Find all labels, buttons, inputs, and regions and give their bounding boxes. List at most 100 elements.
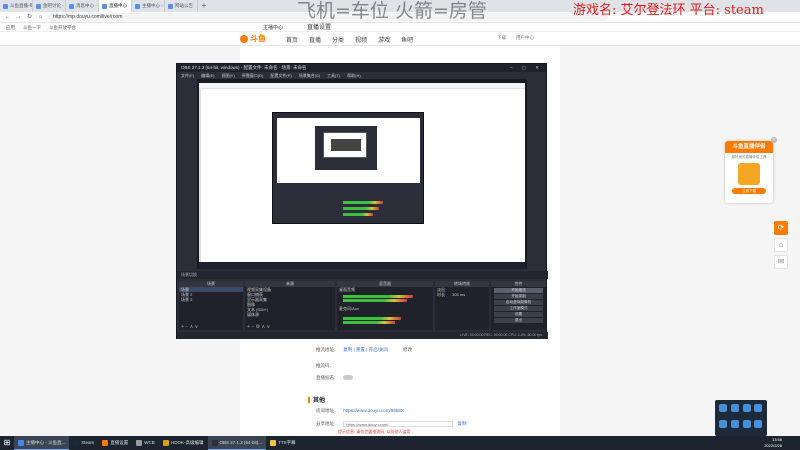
windows-taskbar: ⊞ 主播中心 - 斗鱼直... Steam 直播设置 WCB HOOK-高级编辑… (0, 436, 800, 450)
bookmark-item[interactable]: 斗鱼一下 (23, 23, 41, 31)
promo-close-icon[interactable]: × (771, 137, 777, 143)
nav-item-game[interactable]: 游戏 (378, 35, 390, 44)
taskbar-item[interactable]: HOOK-高级编辑 (159, 436, 208, 450)
douyu-favicon-icon (168, 3, 173, 9)
reload-icon[interactable]: ↻ (26, 14, 33, 21)
taskbar-item[interactable]: 直播设置 (98, 436, 132, 450)
tray-app-icon[interactable] (730, 419, 739, 428)
taskbar-clock[interactable]: 13:56 2022/2/26 (764, 437, 782, 449)
bookmark-item[interactable]: 应用 (6, 23, 15, 31)
new-tab-button[interactable]: + (198, 0, 210, 12)
sources-toolbar[interactable]: + − ⚙ ∧ ∨ (245, 324, 335, 330)
field-label: 分享地址: (316, 421, 336, 427)
tab-label: 网站公告 (175, 3, 193, 8)
preview-side (199, 89, 201, 267)
taskbar-item[interactable]: OBS 27.1.3 (64-bit)... (207, 436, 267, 450)
exit-button[interactable]: 退出 (494, 318, 543, 323)
menu-help[interactable]: 帮助(H) (347, 72, 361, 79)
audio-meter (343, 295, 413, 298)
tray-app-icon[interactable] (719, 419, 727, 428)
stream-url-actions[interactable]: 复制 | 重置 | 开启/关闭 (343, 347, 388, 352)
room-link[interactable]: https://www.douyu.com/9958X (343, 408, 404, 413)
menu-profile[interactable]: 配置文件(P) (270, 72, 291, 79)
clock-date: 2022/2/26 (764, 443, 782, 448)
page-label: 直播设置 (307, 25, 332, 31)
obs-menu-bar: 文件(F) 编辑(E) 视图(V) 停靠窗口(D) 配置文件(P) 场景集合(S… (177, 72, 546, 79)
user-center-link[interactable]: 用户中心 (516, 35, 534, 41)
scene-item[interactable]: 场景 3 (179, 297, 243, 302)
share-link-input[interactable]: https://www.douyu.com/... (343, 421, 454, 427)
window-controls[interactable]: – ▢ ✕ (510, 64, 543, 72)
sidebar-feedback-icon[interactable]: ✉ (774, 255, 788, 269)
menu-view[interactable]: 视图(V) (221, 72, 234, 79)
sidebar-refresh-icon[interactable]: ⟳ (774, 221, 788, 235)
taskbar-item[interactable]: 主播中心 - 斗鱼直... (14, 436, 70, 450)
taskbar-item[interactable]: Steam (69, 436, 98, 450)
nav-item-video[interactable]: 视频 (355, 35, 367, 44)
bookmarks-bar: 应用 斗鱼一下 斗鱼开放平台 (0, 23, 800, 32)
home-icon[interactable]: ⌂ (37, 14, 44, 21)
start-recording-button[interactable]: 开始录制 (494, 294, 543, 299)
taskbar-item[interactable]: TTS字幕 (266, 436, 300, 450)
stream-url-row: 推流地址: 复制 | 重置 | 开启/关闭 修改 (316, 347, 412, 353)
duration-input[interactable]: 300 ms (452, 292, 465, 297)
douyu-nav-right: 下载 用户中心 (497, 35, 534, 41)
browser-tab[interactable]: 主播中心 - 斗鱼 (132, 0, 165, 12)
menu-file[interactable]: 文件(F) (181, 72, 194, 79)
taskbar-item[interactable]: WCB (132, 436, 159, 450)
stream-key-row: 推流码: (316, 363, 331, 369)
tray-app-icon[interactable] (742, 419, 751, 428)
mixer-channel-label: 桌面音频 (339, 287, 355, 292)
tray-overflow-popup (715, 400, 767, 436)
nav-item-yuba[interactable]: 鱼吧 (401, 35, 413, 44)
promo-download-button[interactable]: 立即下载 (732, 188, 766, 194)
studio-mode-button[interactable]: 工作室模式 (494, 306, 543, 311)
sidebar-home-icon[interactable]: ⌂ (774, 238, 788, 252)
douyu-favicon-icon (36, 3, 41, 9)
download-link[interactable]: 下载 (497, 35, 506, 41)
obs-title-bar: OBS 27.1.3 (64-bit, windows) - 配置文件: 未命名… (177, 64, 546, 72)
tray-app-icon[interactable] (754, 404, 763, 412)
menu-tools[interactable]: 工具(T) (327, 72, 340, 79)
assistant-promo-card[interactable]: 斗鱼直播伴侣 超好用的直播伴侣工具 立即下载 (725, 141, 773, 203)
live-flag-toggle[interactable] (343, 375, 354, 381)
tray-app-icon[interactable] (754, 419, 763, 428)
edit-link[interactable]: 修改 (403, 347, 412, 352)
promo-subtitle: 超好用的直播伴侣工具 (731, 155, 767, 159)
screen: 斗鱼直播-每个人的直播平台 鱼吧讨论 - 斗鱼 消息中心 - 斗鱼 直播中心 主… (0, 0, 800, 450)
stream-overlay-right-text: 游戏名: 艾尔登法环 平台: steam (573, 3, 764, 18)
tray-app-icon[interactable] (730, 404, 739, 412)
audio-meter (343, 317, 401, 320)
nav-item-category[interactable]: 分类 (332, 35, 344, 44)
audio-meter (343, 299, 407, 302)
douyu-logo[interactable]: 斗鱼 (240, 33, 268, 45)
browser-tab[interactable]: 斗鱼直播-每个人的直播平台 (0, 0, 33, 12)
browser-tab[interactable]: 消息中心 - 斗鱼 (66, 0, 99, 12)
steam-app-icon (73, 440, 80, 446)
scenes-toolbar[interactable]: + − ∧ ∨ (179, 324, 243, 330)
forward-icon[interactable]: → (15, 14, 22, 21)
preview-layer-5 (331, 139, 361, 151)
menu-docks[interactable]: 停靠窗口(D) (242, 72, 264, 79)
browser-tab[interactable]: 鱼吧讨论 - 斗鱼 (33, 0, 66, 12)
tray-app-icon[interactable] (742, 404, 751, 412)
copy-button[interactable]: 复制 (458, 421, 467, 426)
nav-item-home[interactable]: 首页 (286, 35, 298, 44)
start-streaming-button[interactable]: 开始推流 (494, 288, 543, 293)
obs-preview-canvas[interactable] (197, 79, 527, 269)
stream-overlay-left-text: 飞机=车位 火箭=房管 (297, 0, 487, 22)
browser-tab[interactable]: 网站公告 (165, 0, 198, 12)
bookmark-item[interactable]: 斗鱼开放平台 (49, 23, 76, 31)
menu-scene-collection[interactable]: 场景集合(S) (299, 72, 320, 79)
source-item[interactable]: 媒体源 (245, 312, 335, 317)
start-menu-icon[interactable]: ⊞ (0, 436, 14, 450)
settings-button[interactable]: 设置 (494, 312, 543, 317)
obs-status-bar: LIVE: 00:00:00 REC: 00:00:00 CPU: 3.4%, … (177, 332, 548, 339)
back-icon[interactable]: ← (4, 14, 11, 21)
menu-edit[interactable]: 编辑(E) (201, 72, 214, 79)
promo-mascot-image (738, 163, 760, 185)
virtual-camera-button[interactable]: 启动虚拟摄像机 (494, 300, 543, 305)
browser-tab-active[interactable]: 直播中心 (99, 0, 132, 12)
tray-app-icon[interactable] (719, 404, 727, 412)
nav-item-live[interactable]: 直播 (309, 35, 321, 44)
